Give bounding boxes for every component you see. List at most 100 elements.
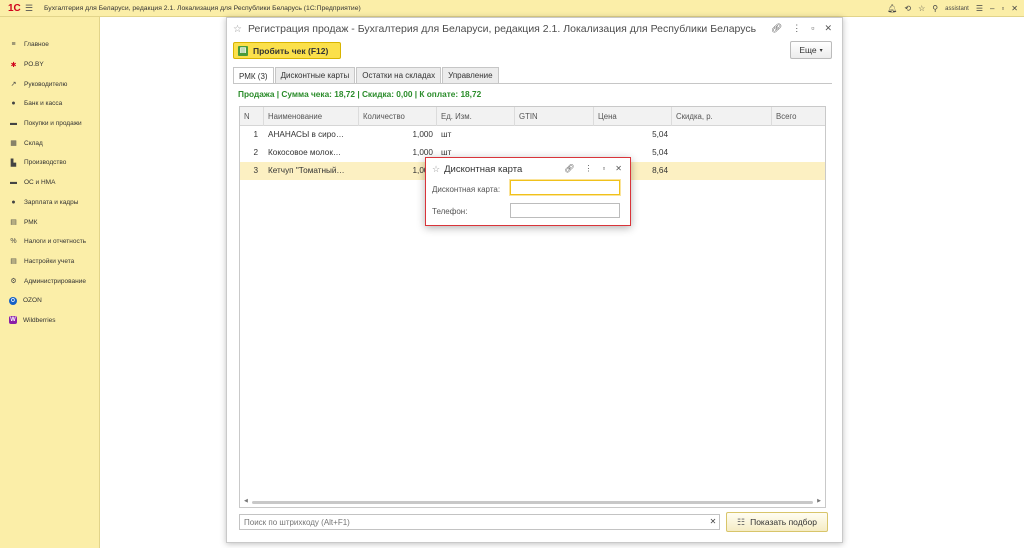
scroll-right-icon[interactable]: ▶ (817, 498, 821, 504)
cell-name: Кокосовое молок… (268, 148, 342, 157)
tab-divider (233, 83, 832, 84)
person-icon: ● (11, 198, 16, 206)
cell-price: 5,04 (652, 130, 668, 139)
tab-bar: РМК (3) Дисконтные карты Остатки на скла… (233, 67, 500, 84)
close-icon[interactable]: ✕ (1011, 4, 1018, 13)
dialog-title: Дисконтная карта (444, 163, 523, 175)
more-options-icon[interactable]: ⋮ (584, 164, 592, 173)
cell-total (772, 144, 825, 162)
sidebar-item-main[interactable]: ≡ Главное (0, 35, 99, 55)
star-icon[interactable]: ☆ (918, 4, 925, 13)
cell-n: 1 (253, 130, 258, 139)
scroll-left-icon[interactable]: ◀ (244, 498, 248, 504)
sidebar-item-roby[interactable]: ✱ РО.BY (0, 55, 99, 75)
document-icon: ▤ (10, 258, 17, 266)
more-button[interactable]: Еще ▾ (790, 41, 832, 59)
sidebar-item-rmk[interactable]: ▤ РМК (0, 212, 99, 232)
column-header-n[interactable]: N (240, 107, 264, 126)
phone-input[interactable] (510, 203, 620, 218)
column-header-name[interactable]: Наименование (264, 107, 359, 126)
favorite-star-icon[interactable]: ☆ (432, 164, 440, 175)
table-header: N Наименование Количество Ед. Изм. GTIN … (240, 107, 825, 126)
sidebar-item-bank[interactable]: ● Банк и касса (0, 94, 99, 114)
gear-icon: ⚙ (10, 278, 17, 286)
bell-icon[interactable]: 🔔︎ (887, 4, 897, 13)
receipt-icon: ▤ (238, 45, 248, 56)
chevron-down-icon: ▾ (819, 47, 823, 54)
sidebar-item-wildberries[interactable]: W Wildberries (0, 311, 99, 331)
sidebar-item-purchases[interactable]: ▬ Покупки и продажи (0, 114, 99, 134)
register-icon: ▤ (10, 219, 17, 227)
sidebar-item-ozon[interactable]: O OZON (0, 291, 99, 311)
show-selection-button[interactable]: ☷ Показать подбор (726, 512, 828, 532)
cell-name: АНАНАСЫ в сиро… (268, 130, 345, 139)
column-header-total[interactable]: Всего (772, 107, 825, 126)
tab-warehouse-stock[interactable]: Остатки на складах (356, 67, 442, 83)
tab-discount-cards[interactable]: Дисконтные карты (274, 67, 356, 83)
sidebar-item-assets[interactable]: ▬ ОС и НМА (0, 173, 99, 193)
sidebar-item-admin[interactable]: ⚙ Администрирование (0, 271, 99, 291)
discount-card-dialog: ☆ Дисконтная карта 🔗︎ ⋮ ▫ ✕ Дисконтная к… (425, 157, 631, 226)
sidebar-item-settings[interactable]: ▤ Настройки учета (0, 252, 99, 272)
minimize-icon[interactable]: – (990, 4, 994, 13)
settings-icon[interactable]: ☰ (976, 4, 983, 13)
sidebar-item-label: Зарплата и кадры (24, 198, 79, 206)
maximize-icon[interactable]: ▫ (811, 23, 814, 34)
close-icon[interactable]: ✕ (615, 164, 622, 173)
trend-icon: ↗ (10, 81, 17, 89)
sidebar-item-warehouse[interactable]: ▦ Склад (0, 133, 99, 153)
cell-total (772, 126, 825, 144)
link-icon[interactable]: 🔗︎ (771, 23, 782, 34)
phone-label: Телефон: (432, 207, 468, 216)
column-header-discount[interactable]: Скидка, р. (672, 107, 772, 126)
favorite-star-icon[interactable]: ☆ (233, 24, 242, 35)
sidebar-item-label: Главное (24, 41, 49, 49)
column-header-quantity[interactable]: Количество (359, 107, 437, 126)
sidebar-item-label: РМК (24, 218, 38, 226)
sidebar-item-salary[interactable]: ● Зарплата и кадры (0, 193, 99, 213)
sidebar-item-label: ОС и НМА (24, 179, 56, 187)
coin-icon: ● (11, 100, 16, 108)
tab-management[interactable]: Управление (442, 67, 499, 83)
barcode-search-input[interactable] (239, 514, 720, 530)
table-row[interactable]: 1 АНАНАСЫ в сиро… 1,000 шт 5,04 (240, 126, 825, 144)
cart-icon: ▬ (10, 120, 17, 128)
menu-icon[interactable]: ☰ (22, 3, 36, 14)
clear-icon[interactable]: ✕ (706, 515, 720, 529)
cell-quantity: 1,000 (412, 130, 434, 139)
maximize-icon[interactable]: ▫ (602, 164, 605, 173)
sidebar-item-manager[interactable]: ↗ Руководителю (0, 74, 99, 94)
print-receipt-label: Пробить чек (F12) (253, 45, 329, 56)
column-header-unit[interactable]: Ед. Изм. (437, 107, 515, 126)
warehouse-icon: ▦ (10, 140, 17, 148)
close-icon[interactable]: ✕ (824, 23, 832, 34)
restore-icon[interactable]: ▫ (1001, 4, 1004, 13)
cell-n: 3 (253, 166, 258, 175)
sidebar-item-taxes[interactable]: % Налоги и отчетность (0, 232, 99, 252)
print-receipt-button[interactable]: ▤ Пробить чек (F12) (233, 42, 341, 59)
cell-discount (672, 144, 772, 162)
sidebar-item-production[interactable]: ▙ Производство (0, 153, 99, 173)
search-icon[interactable]: ⚲ (932, 4, 938, 13)
column-header-price[interactable]: Цена (594, 107, 672, 126)
window-title: Регистрация продаж - Бухгалтерия для Бел… (247, 23, 757, 35)
sidebar-item-label: Настройки учета (24, 257, 75, 265)
sidebar-item-label: Производство (24, 159, 67, 167)
discount-card-label: Дисконтная карта: (432, 185, 501, 194)
horizontal-scrollbar[interactable]: ◀ ▶ (244, 498, 821, 504)
discount-card-input[interactable] (510, 180, 620, 195)
column-header-gtin[interactable]: GTIN (515, 107, 594, 126)
scrollbar-thumb[interactable] (252, 501, 813, 504)
wildberries-icon: W (9, 316, 17, 325)
history-icon[interactable]: ⟲ (904, 4, 911, 13)
app-logo: 1С (8, 2, 21, 14)
tab-rmk[interactable]: РМК (3) (233, 67, 274, 84)
asterisk-icon: ✱ (10, 61, 17, 69)
more-label: Еще (799, 45, 817, 55)
user-name[interactable]: assistant (945, 6, 969, 12)
sidebar-item-label: Покупки и продажи (24, 120, 82, 128)
cell-total (772, 162, 825, 180)
cell-discount (672, 126, 772, 144)
more-options-icon[interactable]: ⋮ (792, 23, 801, 34)
link-icon[interactable]: 🔗︎ (564, 164, 574, 173)
